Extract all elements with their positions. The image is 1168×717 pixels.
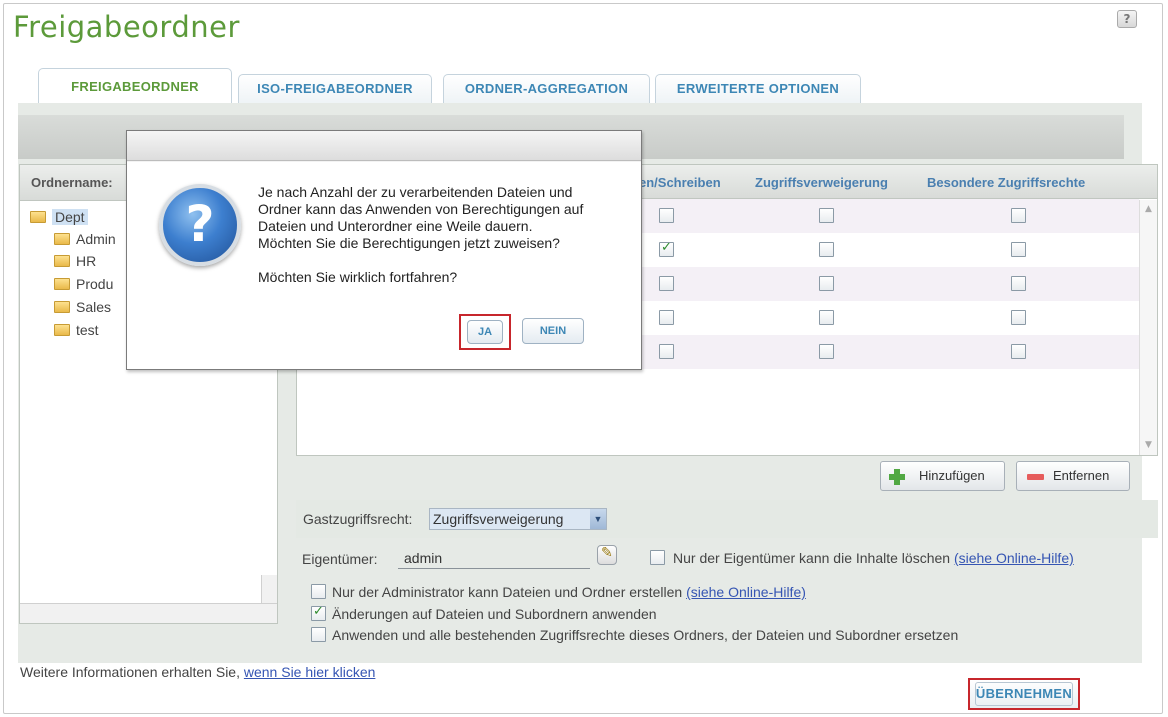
col-header-special: Besondere Zugriffsrechte <box>927 175 1086 190</box>
add-button[interactable]: Hinzufügen <box>880 461 1005 491</box>
folder-open-icon <box>30 211 46 223</box>
guest-access-select[interactable]: Zugriffsverweigerung ▼ <box>429 508 607 530</box>
tree-horizontal-scrollbar[interactable] <box>20 603 277 623</box>
yes-button-highlight: JA <box>459 314 511 350</box>
checkbox-deny[interactable] <box>819 276 834 291</box>
folder-icon <box>54 255 70 267</box>
tree-item-label: test <box>76 322 99 338</box>
tree-item-admin[interactable]: Admin <box>54 229 116 249</box>
only-owner-delete-text: Nur der Eigentümer kann die Inhalte lösc… <box>673 550 951 566</box>
guest-access-label: Gastzugriffsrecht: <box>303 511 413 527</box>
checkbox-deny[interactable] <box>819 208 834 223</box>
scroll-up-icon[interactable]: ▲ <box>1143 204 1154 215</box>
folder-icon <box>54 301 70 313</box>
checkbox-special[interactable] <box>1011 310 1026 325</box>
checkbox-read-write[interactable] <box>659 344 674 359</box>
apply-button[interactable]: ÜBERNEHMEN <box>968 678 1080 710</box>
info-link[interactable]: wenn Sie hier klicken <box>244 664 376 680</box>
guest-access-value: Zugriffsverweigerung <box>433 511 564 527</box>
admin-only-create-text: Nur der Administrator kann Dateien und O… <box>332 584 683 600</box>
checkbox-special[interactable] <box>1011 276 1026 291</box>
dialog-title-bar <box>127 131 641 161</box>
dialog-body: ? Je nach Anzahl der zu verarbeitenden D… <box>127 162 641 369</box>
tab-freigabeordner[interactable]: FREIGABEORDNER <box>38 68 232 106</box>
folder-icon <box>54 278 70 290</box>
dialog-message-line: Möchten Sie die Berechtigungen jetzt zuw… <box>258 235 560 251</box>
checkbox-read-write[interactable] <box>659 276 674 291</box>
checkbox-read-write[interactable] <box>659 240 674 257</box>
tree-item-label: HR <box>76 253 97 269</box>
dialog-question: Möchten Sie wirklich fortfahren? <box>258 269 458 285</box>
apply-button-label: ÜBERNEHMEN <box>975 686 1073 701</box>
checkbox-only-owner-delete[interactable] <box>650 550 665 565</box>
remove-button[interactable]: Entfernen <box>1016 461 1130 491</box>
tree-item-label: Admin <box>76 231 116 247</box>
remove-button-label: Entfernen <box>1053 468 1110 483</box>
yes-button[interactable]: JA <box>467 320 503 344</box>
footer-info-text: Weitere Informationen erhalten Sie, <box>20 664 240 680</box>
tab-iso-freigabeordner[interactable]: ISO-FREIGABEORDNER <box>238 74 432 104</box>
dialog-spacer <box>258 252 628 269</box>
guest-access-row: Gastzugriffsrecht: Zugriffsverweigerung … <box>296 500 1158 538</box>
tree-item-label: Dept <box>52 209 88 225</box>
edit-owner-icon[interactable] <box>597 545 617 565</box>
checkbox-deny[interactable] <box>819 310 834 325</box>
checkbox-special[interactable] <box>1011 344 1026 359</box>
checkbox-replace-permissions[interactable] <box>311 627 326 642</box>
online-help-link[interactable]: (siehe Online-Hilfe) <box>954 550 1074 566</box>
chevron-down-icon[interactable]: ▼ <box>590 509 606 529</box>
checkbox-deny[interactable] <box>819 344 834 359</box>
tab-ordner-aggregation[interactable]: ORDNER-AGGREGATION <box>443 74 650 104</box>
tree-item-label: Sales <box>76 299 112 315</box>
add-button-label: Hinzufügen <box>919 468 985 483</box>
checkbox-read-write[interactable] <box>659 208 674 223</box>
question-icon: ? <box>159 184 241 266</box>
footer-info: Weitere Informationen erhalten Sie, wenn… <box>20 664 375 680</box>
admin-only-create-label: Nur der Administrator kann Dateien und O… <box>332 584 806 600</box>
replace-permissions-label: Anwenden und alle bestehenden Zugriffsre… <box>332 627 959 643</box>
tree-item-label: Produ <box>76 276 114 292</box>
online-help-link[interactable]: (siehe Online-Hilfe) <box>686 584 806 600</box>
dialog-message-line: Dateien und Unterordner eine Weile dauer… <box>258 218 533 234</box>
checkbox-special[interactable] <box>1011 242 1026 257</box>
dialog-message: Je nach Anzahl der zu verarbeitenden Dat… <box>258 184 628 286</box>
plus-icon <box>889 469 905 485</box>
no-button[interactable]: NEIN <box>522 318 584 344</box>
dialog-message-line: Je nach Anzahl der zu verarbeitenden Dat… <box>258 184 573 200</box>
only-owner-delete-label: Nur der Eigentümer kann die Inhalte lösc… <box>673 550 1074 566</box>
help-icon[interactable]: ? <box>1117 10 1137 28</box>
minus-icon <box>1027 474 1044 480</box>
checkbox-admin-only-create[interactable] <box>311 584 326 599</box>
tree-item-sales[interactable]: Sales <box>54 297 111 317</box>
checkbox-read-write[interactable] <box>659 310 674 325</box>
folder-icon <box>54 324 70 336</box>
scroll-down-icon[interactable]: ▼ <box>1143 440 1154 451</box>
folder-icon <box>54 233 70 245</box>
tree-item-test[interactable]: test <box>54 320 99 340</box>
col-header-read-write: en/Schreiben <box>639 175 721 190</box>
dialog-message-line: Ordner kann das Anwenden von Berechtigun… <box>258 201 584 217</box>
page-title: Freigabeordner <box>13 10 240 44</box>
owner-label: Eigentümer: <box>302 551 378 567</box>
tree-item-dept[interactable]: Dept <box>30 207 88 227</box>
owner-field[interactable]: admin <box>398 547 590 569</box>
apply-to-subfolders-label: Änderungen auf Dateien und Subordnern an… <box>332 606 657 622</box>
checkbox-special[interactable] <box>1011 208 1026 223</box>
confirm-dialog: ? Je nach Anzahl der zu verarbeitenden D… <box>126 130 642 370</box>
checkbox-apply-to-subfolders[interactable] <box>311 604 326 621</box>
col-header-deny: Zugriffsverweigerung <box>755 175 888 190</box>
checkbox-deny[interactable] <box>819 242 834 257</box>
tree-item-produ[interactable]: Produ <box>54 274 113 294</box>
grid-vertical-scrollbar[interactable]: ▲ ▼ <box>1139 200 1157 455</box>
tree-vertical-scrollbar[interactable] <box>261 575 277 603</box>
tree-item-hr[interactable]: HR <box>54 251 96 271</box>
tab-erweiterte-optionen[interactable]: ERWEITERTE OPTIONEN <box>655 74 861 104</box>
